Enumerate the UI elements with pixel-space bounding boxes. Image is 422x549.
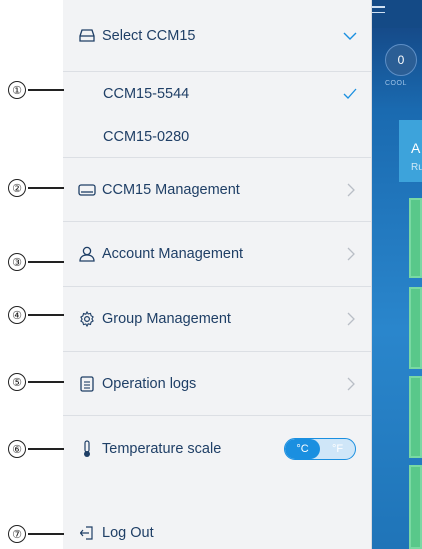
callout-7: ⑦ <box>8 524 64 544</box>
device-label: CCM15-0280 <box>103 128 190 145</box>
cool-counter[interactable]: 0 <box>385 44 417 76</box>
temperature-unit-toggle[interactable]: °C °F <box>284 438 356 460</box>
thermometer-icon <box>78 440 96 458</box>
fahrenheit-option[interactable]: °F <box>320 439 355 459</box>
unit-tile[interactable] <box>409 465 422 549</box>
chevron-right-icon <box>347 247 355 261</box>
select-header-label: Select CCM15 <box>102 27 196 44</box>
chevron-right-icon <box>347 377 355 390</box>
callout-6: ⑥ <box>8 439 64 459</box>
unit-tile[interactable] <box>409 287 422 369</box>
callout-1: ① <box>8 80 64 100</box>
cool-counter-label: COOL <box>385 80 407 87</box>
callout-line <box>28 381 64 383</box>
unit-tile[interactable] <box>409 376 422 458</box>
callout-4: ④ <box>8 305 64 325</box>
room-card-sub: Ru <box>411 162 422 173</box>
unit-tile[interactable] <box>409 198 422 278</box>
callout-3: ③ <box>8 252 64 272</box>
menu-icon[interactable] <box>371 6 385 17</box>
device-item-ccm15-5544[interactable]: CCM15-5544 <box>63 72 371 116</box>
callout-line <box>28 448 64 450</box>
logout-label: Log Out <box>102 524 154 541</box>
checkmark-icon <box>343 88 357 99</box>
callout-number: ⑥ <box>8 440 26 458</box>
menu-label: CCM15 Management <box>102 181 240 198</box>
chevron-down-icon <box>343 32 357 40</box>
select-ccm15-header[interactable]: Select CCM15 <box>63 0 371 72</box>
callout-line <box>28 533 64 535</box>
menu-item-ccm15-management[interactable]: CCM15 Management <box>63 158 371 222</box>
celsius-option[interactable]: °C <box>285 439 320 459</box>
callout-number: ③ <box>8 253 26 271</box>
side-drawer: Select CCM15 CCM15-5544 CCM15-0280 CCM15… <box>63 0 372 549</box>
temperature-scale-row: Temperature scale °C °F <box>63 416 371 482</box>
callout-number: ② <box>8 179 26 197</box>
document-icon <box>78 375 96 393</box>
callout-number: ① <box>8 81 26 99</box>
room-card-letter: A <box>411 140 421 156</box>
callout-line <box>28 89 64 91</box>
room-card[interactable]: A Ru <box>399 120 422 182</box>
callout-number: ④ <box>8 306 26 324</box>
menu-label: Account Management <box>102 246 244 262</box>
gear-icon <box>78 310 96 328</box>
menu-item-operation-logs[interactable]: Operation logs <box>63 352 371 416</box>
callout-line <box>28 261 64 263</box>
controller-icon <box>78 27 96 45</box>
user-icon <box>78 245 96 263</box>
menu-item-group-management[interactable]: Group Management <box>63 287 371 352</box>
callout-line <box>28 187 64 189</box>
menu-label: Operation logs <box>102 375 197 392</box>
chevron-right-icon <box>347 312 355 326</box>
callout-number: ⑤ <box>8 373 26 391</box>
menu-item-account-management[interactable]: Account Management <box>63 222 371 287</box>
background-app: 0 COOL A Ru <box>371 0 422 549</box>
callout-line <box>28 314 64 316</box>
callout-5: ⑤ <box>8 372 64 392</box>
app-top-bar <box>371 0 422 28</box>
temperature-scale-label: Temperature scale <box>102 441 222 457</box>
callout-number: ⑦ <box>8 525 26 543</box>
logout-button[interactable]: Log Out <box>63 516 371 549</box>
logout-icon <box>78 524 96 542</box>
device-label: CCM15-5544 <box>103 86 190 102</box>
menu-label: Group Management <box>102 311 231 327</box>
device-item-ccm15-0280[interactable]: CCM15-0280 <box>63 116 371 158</box>
device-icon <box>78 181 96 199</box>
chevron-right-icon <box>347 183 355 196</box>
callout-2: ② <box>8 178 64 198</box>
